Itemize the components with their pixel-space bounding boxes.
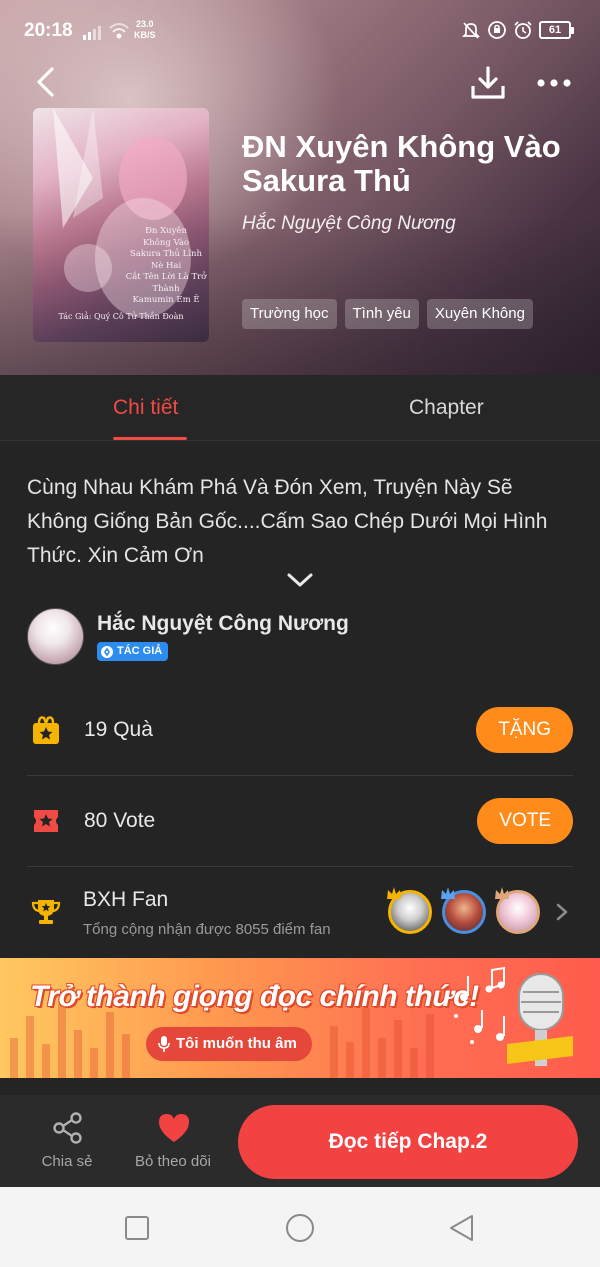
author-name[interactable]: Hắc Nguyệt Công Nương	[97, 612, 349, 636]
gift-row: 19 Quà TẶNG	[27, 686, 573, 776]
vote-ticket-icon	[34, 810, 58, 832]
crown-bronze-icon	[495, 887, 509, 899]
tab-chapter[interactable]: Chapter	[409, 396, 484, 420]
author-badge: TÁC GIẢ	[97, 642, 169, 661]
comic-cover-image	[33, 108, 209, 342]
genre-tags: Trường học Tình yêu Xuyên Không	[242, 299, 533, 329]
record-voice-button[interactable]: Tôi muốn thu âm	[146, 1027, 312, 1061]
signal-icon	[83, 26, 101, 40]
crown-gold-icon	[387, 887, 401, 899]
unfollow-label: Bỏ theo dõi	[135, 1153, 211, 1170]
status-time: 20:18	[24, 20, 73, 41]
share-button[interactable]: Chia sẻ	[19, 1095, 115, 1187]
tag-school[interactable]: Trường học	[242, 299, 337, 329]
unfollow-button[interactable]: Bỏ theo dõi	[125, 1095, 221, 1187]
give-gift-button[interactable]: TẶNG	[476, 707, 573, 753]
author-avatar[interactable]	[27, 608, 84, 665]
description-text: Cùng Nhau Khám Phá Và Đón Xem, Truyện Nà…	[27, 476, 548, 567]
status-bar: 20:18 23.0 KB/S 61	[0, 0, 600, 62]
crown-silver-icon	[441, 887, 455, 899]
active-tab-indicator	[113, 437, 187, 440]
expand-chevron-icon[interactable]	[286, 570, 314, 590]
share-icon	[53, 1112, 82, 1144]
share-label: Chia sẻ	[41, 1153, 93, 1170]
system-navigation-bar	[0, 1187, 600, 1267]
comic-detail-screen: 20:18 23.0 KB/S 61 Đn Xuyên Không Vào Sa…	[0, 0, 600, 1267]
continue-reading-button[interactable]: Đọc tiếp Chap.2	[238, 1105, 578, 1179]
data-saver-icon	[488, 21, 506, 39]
microphone-icon	[507, 973, 573, 1066]
gift-count: 19 Quà	[84, 718, 153, 741]
cover-author-text: Tác Giả: Quý Cô Tử Thần Đoàn	[58, 312, 184, 321]
cover-text: Đn Xuyên Không Vào Sakura Thủ Lĩnh Nè Ha…	[125, 226, 207, 305]
system-back-icon[interactable]	[447, 1213, 477, 1243]
pen-nib-icon	[101, 645, 113, 658]
comic-author[interactable]: Hắc Nguyệt Công Nương	[242, 213, 456, 235]
mute-bell-icon	[461, 22, 481, 39]
tab-details[interactable]: Chi tiết	[113, 396, 178, 420]
tab-bar: Chi tiết Chapter	[0, 375, 600, 441]
author-profile[interactable]: Hắc Nguyệt Công Nương TÁC GIẢ	[27, 608, 577, 668]
fan-ranking-title: BXH Fan	[83, 888, 169, 911]
vote-count: 80 Vote	[84, 809, 156, 832]
network-speed: 23.0 KB/S	[134, 19, 156, 40]
banner-title: Trở thành giọng đọc chính thức!	[30, 980, 479, 1013]
recent-apps-icon[interactable]	[122, 1213, 152, 1243]
fan-points-text: Tổng cộng nhận được 8055 điểm fan	[83, 921, 331, 938]
alarm-icon	[514, 21, 532, 39]
heart-icon	[159, 1114, 189, 1142]
fan-ranking-row[interactable]: BXH Fan Tổng cộng nhận được 8055 điểm fa…	[27, 868, 573, 958]
chevron-right-icon[interactable]	[555, 902, 569, 922]
gift-icon	[33, 716, 59, 744]
vote-button[interactable]: VOTE	[477, 798, 573, 844]
download-icon[interactable]	[468, 64, 508, 102]
back-arrow-icon[interactable]	[30, 64, 64, 100]
comic-title: ĐN Xuyên Không Vào Sakura Thủ	[242, 129, 561, 198]
mic-icon	[158, 1036, 170, 1052]
battery-indicator: 61	[539, 21, 574, 39]
trophy-icon	[31, 900, 61, 924]
tag-love[interactable]: Tình yêu	[344, 299, 419, 329]
home-icon[interactable]	[285, 1213, 315, 1243]
vote-row: 80 Vote VOTE	[27, 777, 573, 867]
tag-time-travel[interactable]: Xuyên Không	[426, 299, 533, 329]
more-options-icon[interactable]	[534, 68, 574, 98]
wifi-icon	[109, 23, 129, 39]
